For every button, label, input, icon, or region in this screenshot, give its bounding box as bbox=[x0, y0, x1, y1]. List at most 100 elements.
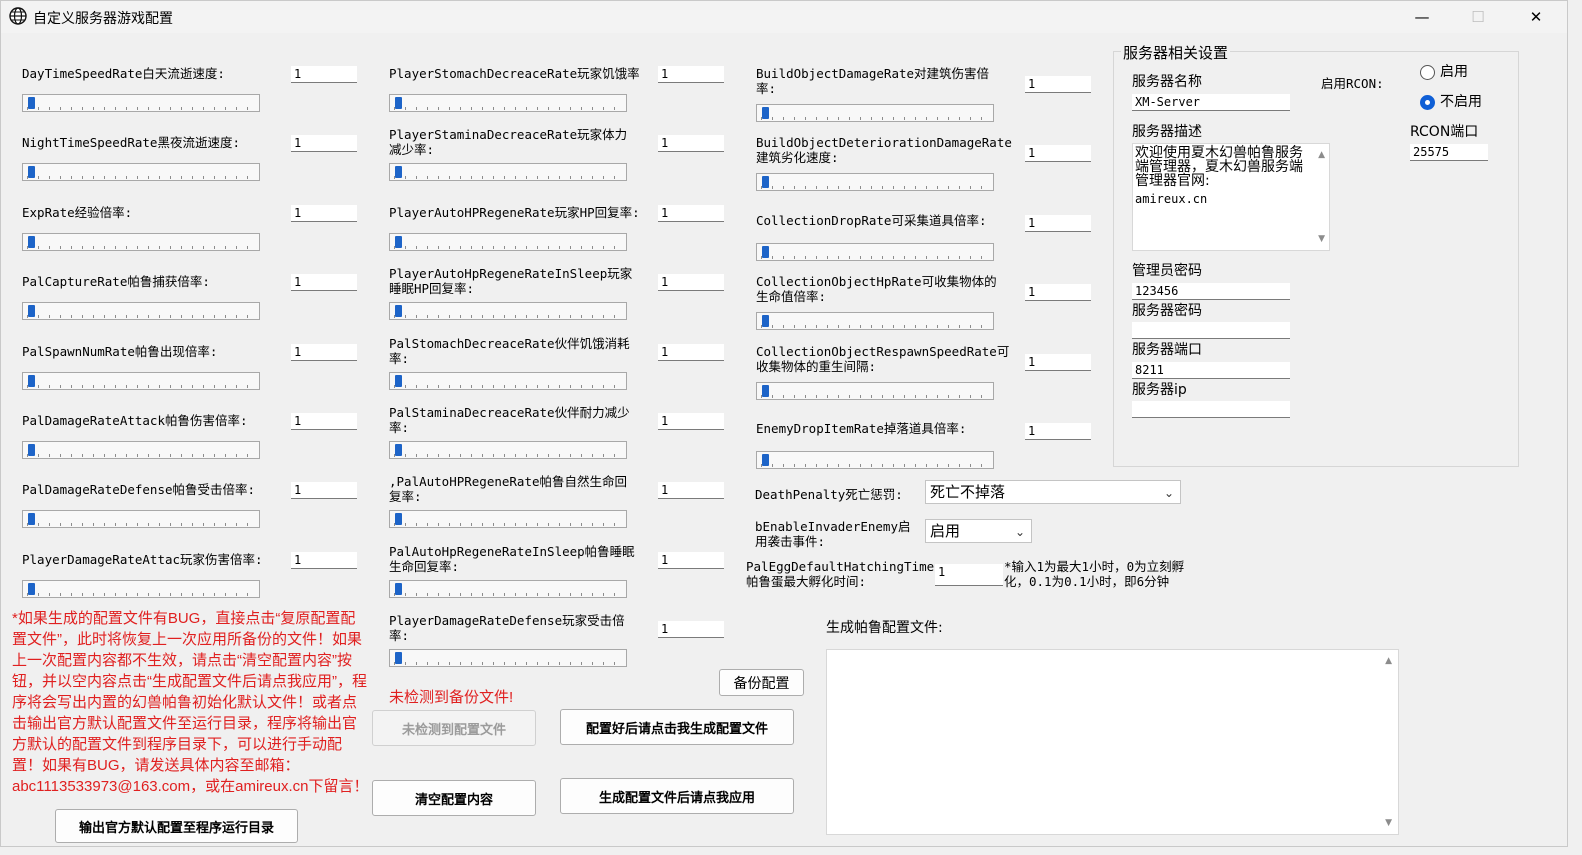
death-penalty-select[interactable]: 死亡不掉落 ⌄ bbox=[925, 480, 1181, 504]
rate-input[interactable]: 1 bbox=[291, 66, 357, 83]
output-textarea[interactable]: ▲ ▼ bbox=[826, 649, 1399, 835]
rate-input[interactable]: 1 bbox=[291, 204, 357, 222]
invader-enemy-label: bEnableInvaderEnemy启 用袭击事件: bbox=[755, 519, 911, 549]
rate-input[interactable]: 1 bbox=[1025, 145, 1091, 163]
slider-thumb[interactable] bbox=[395, 582, 402, 595]
scroll-up-icon[interactable]: ▲ bbox=[1318, 150, 1325, 160]
rate-input[interactable]: 1 bbox=[658, 135, 724, 153]
slider-thumb[interactable] bbox=[762, 107, 769, 119]
close-button[interactable]: ✕ bbox=[1513, 1, 1559, 33]
rate-slider[interactable] bbox=[389, 441, 627, 459]
rate-input[interactable]: 1 bbox=[291, 135, 357, 153]
rate-slider[interactable] bbox=[22, 441, 260, 459]
egg-hatch-input[interactable]: 1 bbox=[935, 564, 1003, 586]
rate-input[interactable]: 1 bbox=[658, 66, 724, 83]
slider-thumb[interactable] bbox=[762, 315, 769, 328]
rate-slider[interactable] bbox=[22, 302, 260, 321]
rate-slider[interactable] bbox=[756, 242, 994, 261]
slider-thumb[interactable] bbox=[762, 384, 769, 397]
rcon-port-input[interactable]: 25575 bbox=[1410, 144, 1488, 161]
slider-thumb[interactable] bbox=[395, 97, 402, 109]
invader-enemy-select[interactable]: 启用 ⌄ bbox=[925, 519, 1032, 543]
rcon-disable-radio[interactable] bbox=[1420, 95, 1435, 110]
slider-thumb[interactable] bbox=[28, 582, 35, 595]
rate-input[interactable]: 1 bbox=[658, 343, 724, 361]
slider-thumb[interactable] bbox=[395, 652, 402, 665]
rate-slider[interactable] bbox=[389, 232, 627, 251]
scroll-down-icon[interactable]: ▼ bbox=[1385, 818, 1392, 828]
rate-input[interactable]: 1 bbox=[658, 204, 724, 222]
slider-thumb[interactable] bbox=[28, 444, 35, 456]
rate-input[interactable]: 1 bbox=[291, 413, 357, 430]
rate-input[interactable]: 1 bbox=[658, 413, 724, 430]
slider-thumb[interactable] bbox=[395, 444, 402, 456]
rate-slider[interactable] bbox=[22, 94, 260, 112]
rate-input[interactable]: 1 bbox=[658, 482, 724, 500]
admin-password-input[interactable]: 123456 bbox=[1132, 283, 1290, 300]
rate-input[interactable]: 1 bbox=[658, 551, 724, 569]
rate-slider[interactable] bbox=[389, 510, 627, 529]
rate-slider[interactable] bbox=[389, 579, 627, 598]
rate-input[interactable]: 1 bbox=[658, 274, 724, 292]
slider-thumb[interactable] bbox=[762, 454, 769, 466]
server-ip-input[interactable] bbox=[1132, 401, 1290, 418]
rate-input[interactable]: 1 bbox=[1025, 76, 1091, 93]
export-default-config-button[interactable]: 输出官方默认配置至程序运行目录 bbox=[55, 809, 298, 843]
rate-input[interactable]: 1 bbox=[1025, 284, 1091, 302]
server-name-input[interactable]: XM-Server bbox=[1132, 94, 1290, 111]
rate-input[interactable]: 1 bbox=[1025, 423, 1091, 440]
slider-thumb[interactable] bbox=[395, 513, 402, 526]
rate-slider[interactable] bbox=[389, 649, 627, 668]
minimize-button[interactable]: — bbox=[1399, 1, 1445, 33]
rate-slider[interactable] bbox=[22, 232, 260, 251]
slider-ticks bbox=[761, 464, 989, 467]
generate-config-button[interactable]: 配置好后请点击我生成配置文件 bbox=[560, 709, 794, 745]
slider-thumb[interactable] bbox=[395, 374, 402, 387]
admin-password-label: 管理员密码 bbox=[1132, 263, 1202, 279]
rate-input[interactable]: 1 bbox=[291, 551, 357, 569]
rate-slider[interactable] bbox=[756, 104, 994, 122]
slider-thumb[interactable] bbox=[28, 374, 35, 387]
server-password-input[interactable] bbox=[1132, 322, 1290, 339]
server-port-input[interactable]: 8211 bbox=[1132, 362, 1290, 379]
rate-input[interactable]: 1 bbox=[1025, 353, 1091, 371]
slider-thumb[interactable] bbox=[395, 235, 402, 248]
rate-slider[interactable] bbox=[389, 371, 627, 390]
rate-slider[interactable] bbox=[756, 312, 994, 331]
slider-thumb[interactable] bbox=[28, 305, 35, 318]
rcon-enable-radio[interactable] bbox=[1420, 65, 1435, 80]
rate-slider[interactable] bbox=[756, 451, 994, 469]
rate-slider[interactable] bbox=[389, 163, 627, 182]
rate-input[interactable]: 1 bbox=[1025, 214, 1091, 232]
rate-input[interactable]: 1 bbox=[658, 621, 724, 639]
maximize-button[interactable]: ☐ bbox=[1455, 1, 1501, 33]
rate-slider[interactable] bbox=[22, 579, 260, 598]
slider-thumb[interactable] bbox=[28, 166, 35, 179]
clear-config-button[interactable]: 清空配置内容 bbox=[372, 780, 536, 816]
rate-slider[interactable] bbox=[756, 173, 994, 192]
rate-slider[interactable] bbox=[22, 371, 260, 390]
rate-slider[interactable] bbox=[22, 510, 260, 529]
rate-slider[interactable] bbox=[22, 163, 260, 182]
app-window: 自定义服务器游戏配置 — ☐ ✕ DayTimeSpeedRate白天流逝速度:… bbox=[0, 0, 1568, 847]
scroll-down-icon[interactable]: ▼ bbox=[1318, 234, 1325, 244]
rate-slider[interactable] bbox=[756, 381, 994, 400]
scroll-up-icon[interactable]: ▲ bbox=[1385, 656, 1392, 666]
output-label: 生成帕鲁配置文件: bbox=[826, 620, 943, 636]
slider-thumb[interactable] bbox=[28, 97, 35, 109]
backup-config-button[interactable]: 备份配置 bbox=[719, 669, 804, 696]
slider-thumb[interactable] bbox=[28, 513, 35, 526]
restore-config-button[interactable]: 未检测到配置文件 bbox=[372, 710, 536, 746]
slider-thumb[interactable] bbox=[28, 235, 35, 248]
apply-config-button[interactable]: 生成配置文件后请点我应用 bbox=[560, 778, 794, 814]
server-desc-textarea[interactable]: 欢迎使用夏木幻兽帕鲁服务端管理器，夏木幻兽服务端管理器官网: amireux.c… bbox=[1132, 143, 1330, 251]
rate-slider[interactable] bbox=[389, 94, 627, 112]
rate-input[interactable]: 1 bbox=[291, 343, 357, 361]
rate-slider[interactable] bbox=[389, 302, 627, 321]
rate-input[interactable]: 1 bbox=[291, 482, 357, 500]
slider-thumb[interactable] bbox=[762, 176, 769, 189]
slider-thumb[interactable] bbox=[395, 305, 402, 318]
slider-thumb[interactable] bbox=[762, 245, 769, 258]
slider-thumb[interactable] bbox=[395, 166, 402, 179]
rate-input[interactable]: 1 bbox=[291, 274, 357, 292]
